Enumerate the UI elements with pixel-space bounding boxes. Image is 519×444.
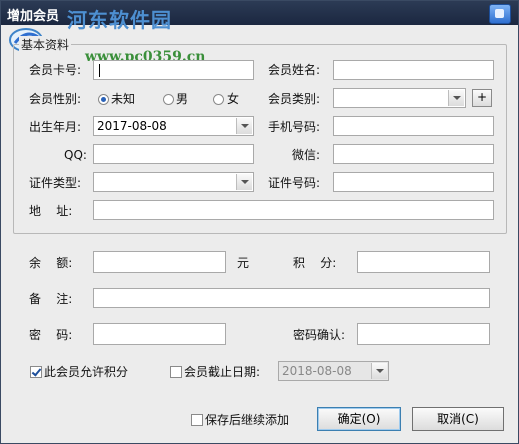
card-no-input[interactable] bbox=[93, 60, 254, 80]
birthday-picker[interactable]: 2017-08-08 bbox=[93, 116, 254, 136]
points-label: 积 分: bbox=[293, 256, 337, 270]
birthday-label: 出生年月: bbox=[29, 120, 82, 134]
phone-label: 手机号码: bbox=[268, 120, 321, 134]
password-input[interactable] bbox=[93, 323, 226, 345]
gender-unknown-radio[interactable] bbox=[98, 94, 109, 105]
address-input[interactable] bbox=[93, 200, 494, 220]
wechat-input[interactable] bbox=[333, 144, 494, 164]
balance-unit: 元 bbox=[237, 256, 250, 270]
gender-female-label: 女 bbox=[227, 92, 240, 106]
gender-male-radio[interactable] bbox=[163, 94, 174, 105]
member-type-select[interactable] bbox=[333, 88, 466, 108]
address-label: 地 址: bbox=[29, 204, 73, 218]
member-name-input[interactable] bbox=[333, 60, 494, 80]
window-title: 增加会员 bbox=[7, 9, 60, 24]
id-no-label: 证件号码: bbox=[268, 176, 321, 190]
card-no-label: 会员卡号: bbox=[29, 63, 82, 77]
basic-info-legend: 基本资料 bbox=[19, 36, 72, 53]
note-input[interactable] bbox=[93, 288, 490, 308]
password-confirm-label: 密码确认: bbox=[293, 328, 346, 342]
id-type-label: 证件类型: bbox=[29, 176, 82, 190]
chevron-down-icon[interactable] bbox=[448, 90, 464, 106]
gender-female-radio[interactable] bbox=[213, 94, 224, 105]
balance-label: 余 额: bbox=[29, 256, 73, 270]
chevron-down-icon[interactable] bbox=[236, 174, 252, 190]
points-input[interactable] bbox=[357, 251, 490, 273]
watermark-logo-text: 河东软件园 bbox=[67, 8, 172, 32]
wechat-label: 微信: bbox=[292, 148, 321, 162]
chevron-down-icon[interactable] bbox=[371, 363, 387, 379]
continue-add-label: 保存后继续添加 bbox=[205, 413, 290, 427]
ok-button[interactable]: 确定(O) bbox=[317, 407, 401, 431]
add-member-type-button[interactable]: + bbox=[472, 89, 492, 107]
allow-points-label: 此会员允许积分 bbox=[44, 365, 129, 379]
expiry-label: 会员截止日期: bbox=[184, 365, 261, 379]
member-name-label: 会员姓名: bbox=[268, 63, 321, 77]
gender-male-label: 男 bbox=[176, 92, 189, 106]
title-bar[interactable]: 增加会员 河东软件园 bbox=[1, 1, 518, 32]
chevron-down-icon[interactable] bbox=[236, 118, 252, 134]
note-label: 备 注: bbox=[29, 292, 73, 306]
balance-input[interactable] bbox=[93, 251, 226, 273]
continue-add-checkbox[interactable] bbox=[191, 414, 203, 426]
close-icon[interactable] bbox=[489, 4, 511, 24]
cancel-button[interactable]: 取消(C) bbox=[412, 407, 504, 431]
phone-input[interactable] bbox=[333, 116, 494, 136]
allow-points-checkbox[interactable] bbox=[30, 366, 42, 378]
id-no-input[interactable] bbox=[333, 172, 494, 192]
password-label: 密 码: bbox=[29, 328, 73, 342]
id-type-select[interactable] bbox=[93, 172, 254, 192]
gender-unknown-label: 未知 bbox=[111, 92, 136, 106]
add-member-dialog: 增加会员 河东软件园 www.pc0359.cn 基本资料 会员卡号: 会员姓名… bbox=[0, 0, 519, 444]
gender-label: 会员性别: bbox=[29, 92, 82, 106]
qq-input[interactable] bbox=[93, 144, 254, 164]
expiry-checkbox[interactable] bbox=[170, 366, 182, 378]
expiry-date-picker[interactable]: 2018-08-08 bbox=[278, 361, 389, 381]
qq-label: QQ: bbox=[64, 148, 87, 162]
member-type-label: 会员类别: bbox=[268, 92, 321, 106]
password-confirm-input[interactable] bbox=[357, 323, 490, 345]
